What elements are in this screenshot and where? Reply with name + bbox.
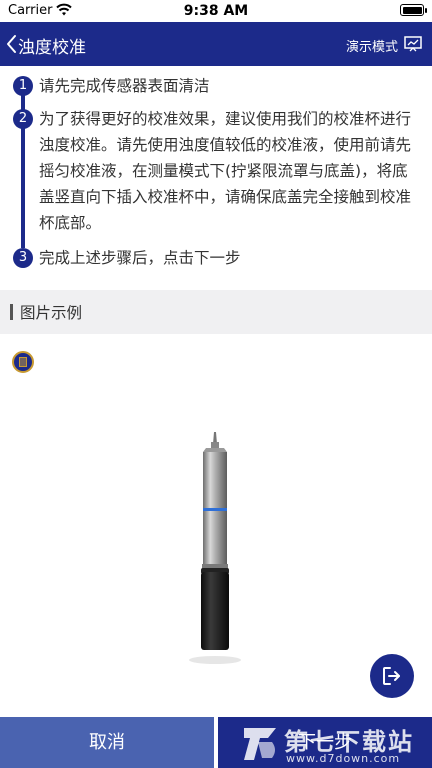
step-text: 为了获得更好的校准效果，建议使用我们的校准杯进行浊度校准。请先使用浊度值较低的校… — [39, 110, 412, 232]
battery-icon — [400, 4, 424, 16]
watermark-logo — [244, 728, 276, 760]
step-text: 请先完成传感器表面清洁 — [39, 77, 210, 95]
nav-bar: 浊度校准 演示模式 — [0, 22, 432, 66]
page-title: 浊度校准 — [18, 38, 86, 58]
logo-badge-icon — [12, 351, 34, 373]
exit-button[interactable] — [370, 654, 414, 698]
sensor-example-image — [189, 432, 241, 664]
exit-icon — [383, 667, 400, 685]
watermark-url: www.d7down.com — [286, 752, 401, 765]
cancel-button[interactable]: 取消 — [0, 717, 214, 768]
step-number: 2 — [13, 109, 33, 129]
site-watermark: 第七下载站 www.d7down.com — [236, 720, 432, 768]
step-number: 1 — [13, 76, 33, 96]
demo-mode-button[interactable]: 演示模式 — [346, 36, 398, 55]
clock: 9:38 AM — [183, 3, 249, 19]
section-title: 图片示例 — [20, 304, 83, 322]
battery-cap — [425, 8, 427, 13]
status-bar: Carrier 9:38 AM — [0, 0, 432, 22]
step-number: 3 — [13, 248, 33, 268]
step-text: 完成上述步骤后，点击下一步 — [39, 249, 241, 267]
section-marker — [10, 304, 13, 320]
section-header: 图片示例 — [0, 290, 432, 334]
back-chevron-icon[interactable] — [4, 32, 18, 56]
presentation-icon[interactable] — [404, 36, 422, 52]
